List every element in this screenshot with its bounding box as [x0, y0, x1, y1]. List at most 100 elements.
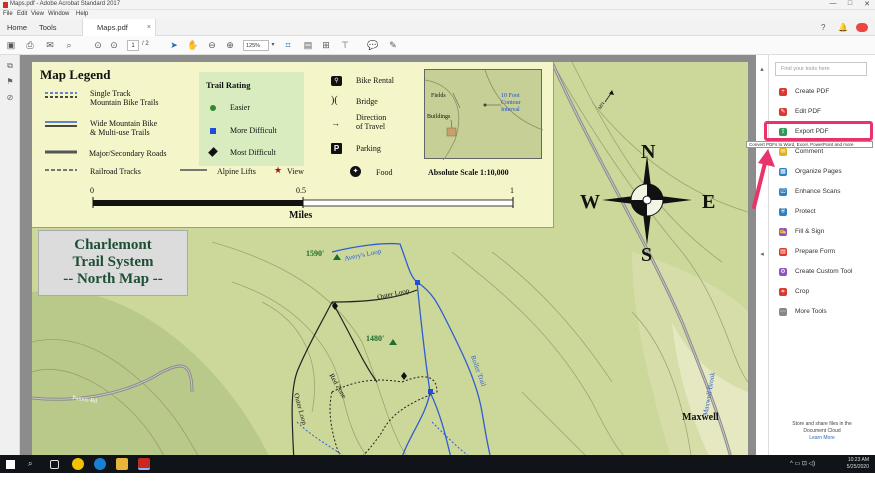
tool-more-tools[interactable]: ⋯ More Tools [777, 305, 867, 319]
tool-crop[interactable]: ⌗ Crop [777, 285, 867, 299]
avatar[interactable] [856, 23, 868, 32]
tab-tools[interactable]: Tools [34, 19, 62, 36]
toolbar: ▣ ⎙ ✉ ⌕ ⊙ ⊙ 1 / 2 ➤ ✋ ⊖ ⊕ 125% ▾ ⌗ ▤ ⊞ ⊤… [0, 36, 875, 55]
learn-more-link[interactable]: Learn More [773, 435, 871, 442]
tab-home[interactable]: Home [2, 19, 32, 36]
help-icon[interactable]: ? [821, 23, 825, 32]
window-title: Maps.pdf - Adobe Acrobat Standard 2017 [10, 1, 121, 7]
trail-rating-box: Trail Rating Easier More Difficult Most … [199, 72, 304, 166]
map-legend: Map Legend Single Track Mountain Bike Tr… [32, 62, 554, 228]
menu-view[interactable]: View [31, 11, 44, 17]
legend-alpine-lifts: Alpine Lifts [217, 167, 256, 176]
zoom-in-icon[interactable]: ⊕ [224, 39, 236, 51]
notifications-icon[interactable]: 🔔 [838, 23, 848, 32]
legend-major-roads: Major/Secondary Roads [89, 149, 167, 158]
tool-create-custom-tool[interactable]: ⚙ Create Custom Tool [777, 265, 867, 279]
scroll-up-icon[interactable]: ▴ [756, 65, 768, 77]
scroll-icon[interactable]: ▤ [302, 39, 314, 51]
comment-icon: ✉ [779, 148, 787, 156]
zoom-dropdown-icon[interactable]: ▾ [267, 39, 279, 51]
tool-enhance-scans[interactable]: ⎚ Enhance Scans [777, 185, 867, 199]
prepare-form-icon: ▤ [779, 248, 787, 256]
stamp-icon[interactable]: ⊤ [339, 39, 351, 51]
tool-label: Create Custom Tool [795, 268, 853, 275]
acrobat-taskbar-icon[interactable] [138, 458, 150, 470]
task-view-icon[interactable] [50, 460, 59, 469]
parking-icon: P [331, 143, 342, 154]
menu-help[interactable]: Help [76, 11, 88, 17]
food-icon: ✦ [350, 166, 361, 177]
tool-organize-pages[interactable]: ▦ Organize Pages [777, 165, 867, 179]
zoom-out-icon[interactable]: ⊖ [206, 39, 218, 51]
taskbar-clock[interactable]: 10:23 AM 5/25/2020 [847, 457, 869, 471]
bookmark-icon[interactable]: ⚑ [5, 77, 15, 87]
collapse-panel-left-icon[interactable]: ◂ [756, 250, 768, 262]
compass-north-label: N [641, 141, 656, 163]
more-tools-icon: ⋯ [779, 308, 787, 316]
maximize-button[interactable]: □ [843, 0, 857, 7]
mail-icon[interactable]: ✉ [44, 39, 56, 51]
document-viewer[interactable]: N S W E MN 1590' 1480' Avery's Loop Oute… [20, 55, 756, 455]
menu-edit[interactable]: Edit [17, 11, 27, 17]
system-tray-icons[interactable]: ^ ▭ ⊡ ◁) [790, 458, 825, 470]
windows-start-icon[interactable] [6, 460, 15, 469]
legend-most-difficult: Most Difficult [230, 148, 276, 157]
custom-tool-icon: ⚙ [779, 268, 787, 276]
search-icon[interactable]: ⌕ [28, 458, 38, 470]
taskbar-date: 5/25/2020 [846, 464, 869, 470]
easier-circle-icon [210, 105, 216, 111]
export-pdf-highlight [764, 121, 873, 141]
comment-icon[interactable]: 💬 [367, 39, 379, 51]
taskbar-time: 10:23 AM [847, 457, 869, 463]
close-window-button[interactable]: ✕ [860, 0, 874, 8]
compass-east-label: E [702, 191, 716, 213]
file-explorer-icon[interactable] [116, 458, 128, 470]
crop-icon[interactable]: ⌗ [282, 39, 294, 51]
close-tab-icon[interactable]: × [147, 19, 151, 36]
windows-taskbar: ⌕ ^ ▭ ⊡ ◁) 10:23 AM 5/25/2020 [0, 455, 875, 473]
legend-single-track: Single Track [90, 89, 131, 98]
minimize-button[interactable]: — [826, 0, 840, 7]
search-icon[interactable]: ⌕ [63, 39, 75, 51]
promo-line2: Document Cloud [803, 428, 841, 434]
next-page-icon[interactable]: ⊙ [108, 39, 120, 51]
tool-fill-sign[interactable]: ✍ Fill & Sign [777, 225, 867, 239]
tools-search-input[interactable]: Find your tools here [775, 62, 867, 76]
tab-document[interactable]: Maps.pdf × [82, 19, 156, 36]
title-bar: Maps.pdf - Adobe Acrobat Standard 2017 —… [0, 0, 875, 10]
tool-prepare-form[interactable]: ▤ Prepare Form [777, 245, 867, 259]
legend-multi-use: & Multi-use Trails [90, 128, 150, 137]
select-icon[interactable]: ➤ [168, 39, 180, 51]
pen-icon[interactable]: ✎ [387, 39, 399, 51]
tools-panel: Find your tools here + Create PDF ✎ Edit PD… [768, 55, 875, 455]
save-icon[interactable]: ▣ [5, 39, 17, 51]
page-number-input[interactable]: 1 [127, 40, 139, 51]
elevation-1590: 1590' [306, 249, 325, 258]
more-difficult-square-icon [210, 128, 216, 134]
tool-label: Enhance Scans [795, 188, 841, 195]
tool-protect[interactable]: ⛨ Protect [777, 205, 867, 219]
left-navigation-rail: ⧉ ⚑ ⊘ [0, 55, 20, 455]
menu-file[interactable]: File [3, 11, 13, 17]
chrome-icon[interactable] [72, 458, 84, 470]
document-cloud-promo: Store and share files in the Document Cl… [773, 421, 871, 442]
previous-page-icon[interactable]: ⊙ [92, 39, 104, 51]
zoom-select[interactable]: 125% [243, 40, 269, 51]
print-icon[interactable]: ⎙ [24, 39, 36, 51]
fit-page-icon[interactable]: ⊞ [320, 39, 332, 51]
legend-food: Food [376, 168, 393, 177]
tool-label: Fill & Sign [795, 228, 825, 235]
trail-map-page: N S W E MN 1590' 1480' Avery's Loop Oute… [32, 62, 748, 455]
attachment-icon[interactable]: ⊘ [5, 93, 15, 103]
inset-fields-label: Fields [431, 93, 446, 99]
create-pdf-icon: + [779, 88, 787, 96]
map-title-box: Charlemont Trail System -- North Map -- [38, 230, 188, 296]
tool-create-pdf[interactable]: + Create PDF [777, 85, 867, 99]
hand-icon[interactable]: ✋ [187, 39, 199, 51]
menu-window[interactable]: Window [48, 11, 69, 17]
menu-bar: File Edit View Window Help [0, 10, 875, 19]
page-thumbnails-icon[interactable]: ⧉ [5, 61, 15, 71]
legend-wide-mtb: Wide Mountain Bike [90, 119, 158, 128]
tool-edit-pdf[interactable]: ✎ Edit PDF [777, 105, 867, 119]
edge-icon[interactable] [94, 458, 106, 470]
